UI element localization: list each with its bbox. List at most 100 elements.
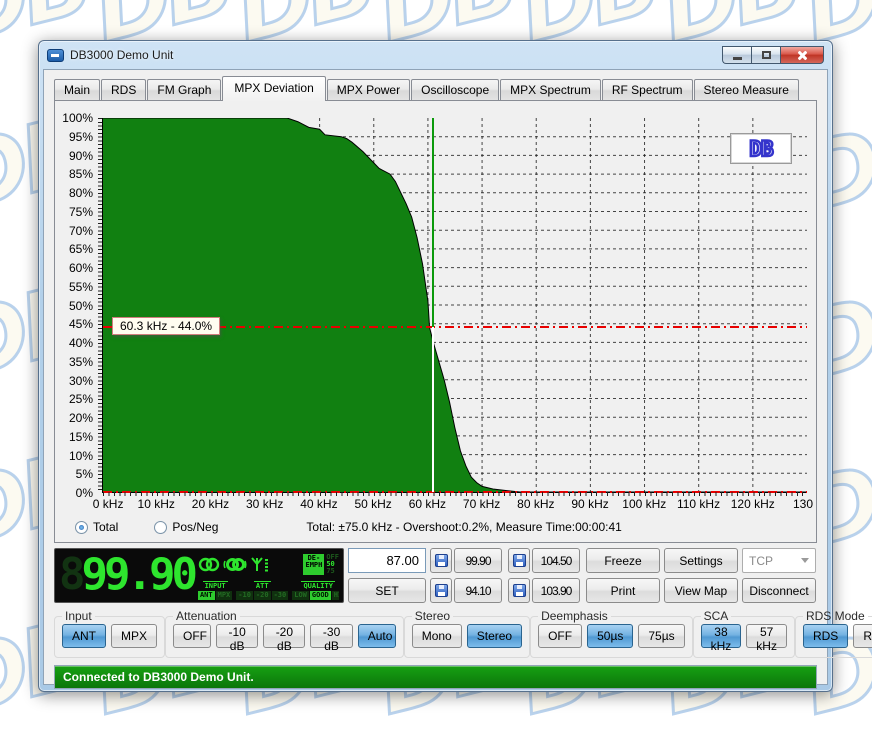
minimize-icon — [733, 57, 742, 60]
mpx-deviation-page: 100%95%90%85%80%75%70%65%60%55%50%45%40%… — [54, 100, 817, 543]
preset-button-104-50[interactable]: 104.50 — [532, 548, 580, 573]
maximize-button[interactable] — [751, 46, 780, 64]
lcd-group-input: INPUTANTMPX — [198, 581, 232, 600]
lcd-indicator-20: -20 — [254, 591, 271, 600]
radio-total[interactable]: Total — [75, 520, 118, 534]
group-input: InputANTMPX — [54, 609, 165, 658]
preset-button-94-10[interactable]: 94.10 — [454, 578, 502, 603]
cursor-vertical-line-lower — [432, 327, 434, 492]
app-window: DB3000 Demo Unit MainRDSFM GraphMPX Devi… — [38, 40, 833, 692]
group-buttons: 38 kHz57 kHz — [701, 624, 787, 648]
tab-oscilloscope[interactable]: Oscilloscope — [411, 79, 499, 100]
radio-button-pos-neg — [154, 521, 167, 534]
y-tick-label: 25% — [69, 392, 93, 406]
disconnect-button[interactable]: Disconnect — [742, 578, 816, 603]
connection-dropdown[interactable]: TCP — [742, 548, 816, 573]
deviation-chart[interactable]: 60.3 kHz - 44.0% DB — [102, 118, 807, 493]
toggle-rbds[interactable]: RBDS — [853, 624, 872, 648]
x-tick-label: 20 kHz — [192, 497, 229, 511]
lcd-indicator-30: -30 — [272, 591, 289, 600]
client-area: MainRDSFM GraphMPX DeviationMPX PowerOsc… — [43, 69, 828, 685]
tab-mpx-power[interactable]: MPX Power — [327, 79, 410, 100]
save-preset-button[interactable] — [430, 548, 452, 573]
lcd-deemph-75: 75 — [326, 568, 339, 575]
close-button[interactable] — [780, 46, 824, 64]
radio-row: Total Pos/Neg Total: ±75.0 kHz - Overshoo… — [75, 517, 804, 537]
tab-rds[interactable]: RDS — [101, 79, 146, 100]
x-tick-label: 30 kHz — [246, 497, 283, 511]
group-buttons: ANTMPX — [62, 624, 157, 648]
tab-mpx-deviation[interactable]: MPX Deviation — [222, 76, 325, 101]
frequency-input[interactable] — [348, 548, 426, 573]
antenna-signal-icon — [250, 556, 270, 573]
radio-pos-neg[interactable]: Pos/Neg — [154, 520, 218, 534]
preset-cell: 99.90 — [430, 548, 502, 573]
lcd-display: 899.90 — [54, 548, 344, 603]
group-label-attenuation: Attenuation — [173, 609, 240, 623]
lcd-indicator-mpx: MPX — [216, 591, 233, 600]
group-buttons: RDS RBDS — [803, 624, 872, 648]
tab-rf-spectrum[interactable]: RF Spectrum — [602, 79, 693, 100]
freeze-button[interactable]: Freeze — [586, 548, 660, 573]
save-preset-button[interactable] — [508, 548, 530, 573]
tab-fm-graph[interactable]: FM Graph — [147, 79, 221, 100]
toggle-auto[interactable]: Auto — [358, 624, 396, 648]
x-axis-labels: 0 kHz10 kHz20 kHz30 kHz40 kHz50 kHz60 kH… — [102, 497, 807, 512]
toggle-10-db[interactable]: -10 dB — [216, 624, 258, 648]
y-tick-label: 75% — [69, 205, 93, 219]
floppy-icon — [513, 584, 526, 597]
y-tick-label: 65% — [69, 242, 93, 256]
toggle-mono[interactable]: Mono — [412, 624, 462, 648]
toggle-mpx[interactable]: MPX — [111, 624, 157, 648]
y-tick-label: 20% — [69, 411, 93, 425]
group-label-input: Input — [62, 609, 95, 623]
tab-stereo-measure[interactable]: Stereo Measure — [694, 79, 799, 100]
toggle-38-khz[interactable]: 38 kHz — [701, 624, 742, 648]
preset-cell: 104.50 — [508, 548, 580, 573]
minimize-button[interactable] — [722, 46, 751, 64]
y-tick-label: 55% — [69, 280, 93, 294]
title-bar[interactable]: DB3000 Demo Unit — [39, 41, 832, 69]
stereo-rings-icon — [198, 556, 220, 573]
lcd-group-quality: QUALITYLOWGOODHI — [292, 581, 339, 600]
toggle-ant[interactable]: ANT — [62, 624, 106, 648]
control-groups: InputANTMPXAttenuationOFF-10 dB-20 dB-30… — [54, 609, 817, 658]
toggle-stereo[interactable]: Stereo — [467, 624, 522, 648]
app-icon — [47, 49, 64, 62]
preset-button-99-90[interactable]: 99.90 — [454, 548, 502, 573]
set-button[interactable]: SET — [348, 578, 426, 603]
toggle-off[interactable]: OFF — [173, 624, 211, 648]
settings-button[interactable]: Settings — [664, 548, 738, 573]
toggle-off[interactable]: OFF — [538, 624, 582, 648]
brand-logo-text: DB — [749, 137, 772, 161]
lcd-deemphasis-block: DE-EMPH OFF5075 — [303, 554, 339, 575]
x-tick-label: 70 kHz — [463, 497, 500, 511]
y-axis-labels: 100%95%90%85%80%75%70%65%60%55%50%45%40%… — [55, 118, 96, 493]
measure-summary: Total: ±75.0 kHz - Overshoot:0.2%, Measu… — [306, 520, 621, 534]
toggle-rds[interactable]: RDS — [803, 624, 848, 648]
toggle-57-khz[interactable]: 57 kHz — [746, 624, 787, 648]
lcd-ghost-digit: 8 — [59, 549, 82, 600]
group-buttons: OFF-10 dB-20 dB-30 dBAuto — [173, 624, 396, 648]
view-map-button[interactable]: View Map — [664, 578, 738, 603]
lcd-indicator-low: LOW — [292, 591, 309, 600]
group-label-stereo: Stereo — [412, 609, 453, 623]
tab-main[interactable]: Main — [54, 79, 100, 100]
save-preset-button[interactable] — [430, 578, 452, 603]
preset-button-103-90[interactable]: 103.90 — [532, 578, 580, 603]
radio-label: Total — [93, 520, 118, 534]
status-text: Connected to DB3000 Demo Unit. — [63, 670, 254, 684]
tab-mpx-spectrum[interactable]: MPX Spectrum — [500, 79, 601, 100]
floppy-icon — [435, 554, 448, 567]
x-tick-label: 80 kHz — [517, 497, 554, 511]
toggle-75-s[interactable]: 75µs — [638, 624, 684, 648]
toggle-20-db[interactable]: -20 dB — [263, 624, 305, 648]
x-tick-label: 0 kHz — [93, 497, 124, 511]
lcd-group-items: -10-20-30 — [236, 591, 288, 600]
save-preset-button[interactable] — [508, 578, 530, 603]
x-tick-label: 90 kHz — [571, 497, 608, 511]
toggle-50-s[interactable]: 50µs — [587, 624, 633, 648]
preset-grid: 99.90 104.50 94.10 103.90 — [430, 548, 582, 603]
print-button[interactable]: Print — [586, 578, 660, 603]
toggle-30-db[interactable]: -30 dB — [310, 624, 352, 648]
